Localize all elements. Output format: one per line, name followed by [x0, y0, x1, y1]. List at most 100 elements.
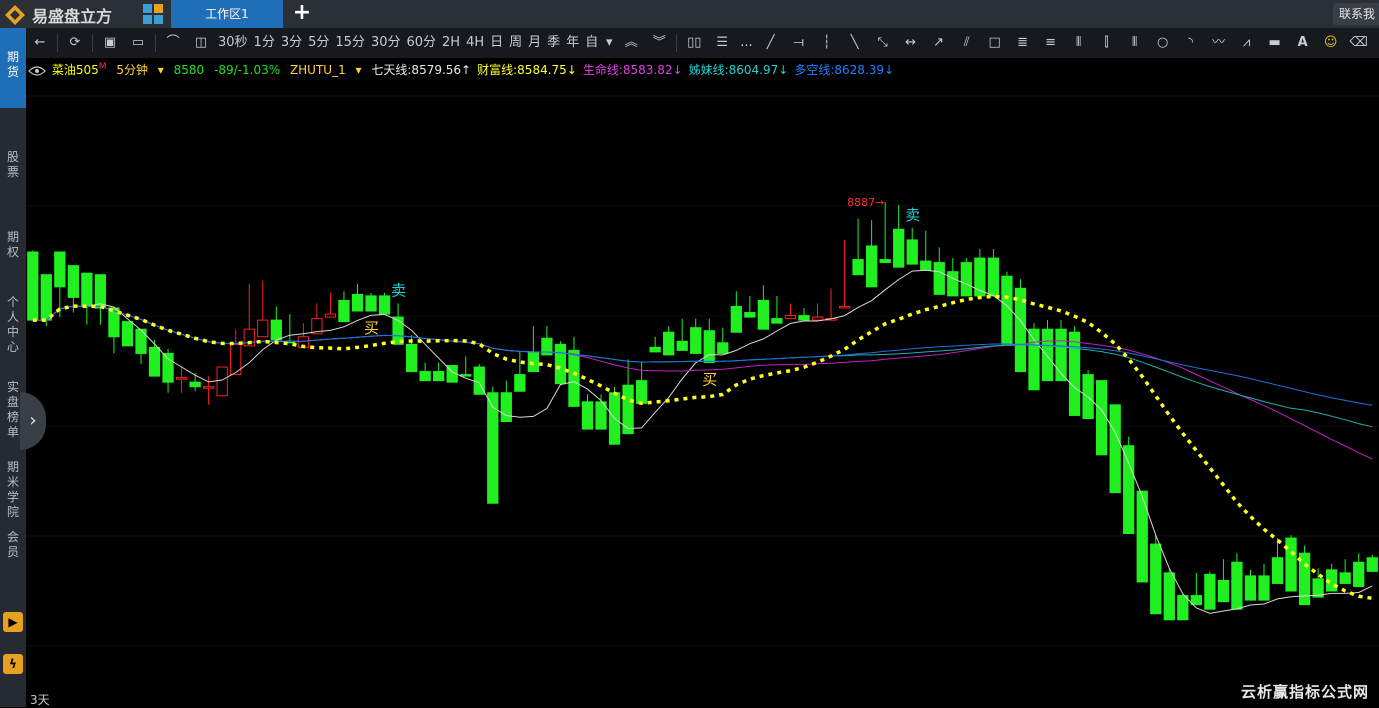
period-button-0[interactable]: 30秒 — [215, 28, 251, 58]
tab-workspace-1[interactable]: 工作区1 — [171, 0, 283, 28]
horizontal-line-icon[interactable]: ↔ — [897, 28, 925, 58]
line-segment-icon[interactable]: ╱ — [757, 28, 785, 58]
contact-button[interactable]: 联系我 — [1332, 3, 1379, 25]
indicator-lines: 七天线:8579.56↑ 财富线:8584.75↓ 生命线:8583.82↓ 姊妹线:… — [371, 63, 900, 77]
add-tab-button[interactable]: + — [291, 0, 313, 28]
candle-body — [527, 351, 540, 373]
period-button-11[interactable]: 月 — [525, 28, 544, 58]
candle-body — [987, 257, 1000, 297]
indicator-line-1: 财富线:8584.75↓ — [477, 63, 577, 77]
gann-fan-icon[interactable]: ⩘ — [1233, 28, 1261, 58]
zoom-in-icon[interactable]: ︽ — [617, 28, 645, 58]
candle-body — [757, 299, 770, 330]
fib-retracement-icon[interactable]: ≣ — [1009, 28, 1037, 58]
period-select[interactable]: 5分钟 ▾ — [116, 63, 163, 77]
lightning-icon[interactable]: ϟ — [3, 654, 23, 674]
candle-body — [879, 259, 891, 264]
extended-line-icon[interactable]: ⤡ — [869, 28, 897, 58]
refresh-icon[interactable]: ⟳ — [61, 28, 89, 58]
candle-body — [419, 371, 431, 382]
period-button-6[interactable]: 60分 — [403, 28, 439, 58]
candlestick-chart[interactable]: 8887→卖买买卖 — [26, 76, 1379, 689]
open-folder-icon[interactable]: ▭ — [124, 28, 152, 58]
period-button-10[interactable]: 周 — [506, 28, 525, 58]
emoji-icon[interactable]: ☺ — [1317, 28, 1345, 58]
time-zones-icon[interactable]: ⦀ — [1121, 28, 1149, 58]
period-button-8[interactable]: 4H — [463, 28, 487, 58]
eye-icon[interactable] — [28, 65, 46, 77]
candle-body — [811, 316, 824, 321]
trend-line-icon[interactable]: ╲ — [841, 28, 869, 58]
wave-icon[interactable]: 〰 — [1205, 28, 1233, 58]
horizontal-ray-icon[interactable]: ⟞ — [785, 28, 813, 58]
rectangle-icon[interactable]: □ — [981, 28, 1009, 58]
split-horizontal-icon[interactable]: ☰ — [708, 28, 736, 58]
signal-label-3: 卖 — [905, 206, 920, 224]
candle-body — [649, 346, 661, 353]
period-button-5[interactable]: 30分 — [368, 28, 404, 58]
period-button-14[interactable]: 自 — [582, 28, 601, 58]
candle-body — [135, 328, 147, 354]
candle-body — [635, 380, 648, 404]
period-button-9[interactable]: 日 — [487, 28, 506, 58]
period-button-2[interactable]: 3分 — [278, 28, 305, 58]
fib-extension-icon[interactable]: ≡ — [1037, 28, 1065, 58]
symbol-name[interactable]: 菜油505 — [52, 63, 99, 77]
candle-body — [865, 245, 878, 288]
candle-body — [1095, 380, 1108, 456]
candle-body — [730, 305, 742, 333]
period-button-7[interactable]: 2H — [439, 28, 463, 58]
zoom-out-icon[interactable]: ︾ — [645, 28, 673, 58]
back-icon[interactable]: ← — [26, 28, 54, 58]
toolbar: ← ⟳ ▣ ▭ ⌒ ◫ 30秒 1分 3分 5分 15分 30分 60分 2H 4H 日周月季年自 ▾ ︽ ︾ ▯▯ ☰… — [26, 28, 1379, 59]
text-icon[interactable]: A — [1289, 28, 1317, 58]
toolbar-divider — [92, 34, 93, 52]
circle-icon[interactable]: ○ — [1149, 28, 1177, 58]
period-button-3[interactable]: 5分 — [305, 28, 332, 58]
candle-body — [67, 265, 79, 298]
candle-body — [1028, 328, 1040, 391]
save-icon[interactable]: ▣ — [96, 28, 124, 58]
cycle-lines-icon[interactable]: ⫿ — [1093, 28, 1121, 58]
vertical-line-icon[interactable]: ┆ — [813, 28, 841, 58]
arrow-line-icon[interactable]: ↗ — [925, 28, 953, 58]
candle-body — [771, 318, 783, 324]
period-button-12[interactable]: 季 — [544, 28, 563, 58]
app-name: 易盛盘立方 — [32, 7, 113, 26]
sidebar-item-6[interactable]: 会员 — [0, 508, 26, 568]
indicator-line-4: 多空线:8628.39↓ — [794, 63, 895, 77]
candle-body — [1123, 445, 1135, 535]
title-bar: 易盛盘立方 工作区1 + 联系我 — [0, 0, 1379, 28]
chart-type-icon[interactable]: ⌒ — [159, 28, 187, 58]
signal-label-0: 卖 — [391, 281, 406, 299]
gann-lines-icon[interactable]: ⦀ — [1065, 28, 1093, 58]
indicator-line-2: 生命线:8583.82↓ — [582, 63, 683, 77]
custom-period-dropdown-icon[interactable]: ▾ — [601, 28, 617, 58]
sidebar-item-0[interactable]: 期货 — [0, 28, 26, 108]
sidebar-item-2[interactable]: 期权 — [0, 208, 26, 259]
sidebar-item-1[interactable]: 股票 — [0, 128, 26, 179]
split-vertical-icon[interactable]: ▯▯ — [680, 28, 708, 58]
ruler-icon[interactable]: ▬ — [1261, 28, 1289, 58]
sidebar-item-3[interactable]: 个人中心 — [0, 273, 26, 354]
signal-label-1: 买 — [364, 319, 379, 337]
more-tools-button[interactable]: ... — [736, 28, 756, 58]
sidebar: 期货股票期权个人中心实盘榜单期米学院会员 — [0, 28, 26, 707]
signal-label-2: 买 — [702, 370, 717, 388]
period-button-13[interactable]: 年 — [563, 28, 582, 58]
candle-body — [433, 371, 445, 382]
vip-icon[interactable]: ▶ — [3, 612, 23, 632]
candle-body — [554, 343, 567, 385]
layout-icon[interactable]: ◫ — [187, 28, 215, 58]
candle-body — [1258, 575, 1270, 601]
candle-body — [1285, 537, 1297, 592]
parallel-channel-icon[interactable]: ⫽ — [953, 28, 981, 58]
eraser-icon[interactable]: ⌫ — [1345, 28, 1373, 58]
apps-grid-icon[interactable] — [142, 3, 164, 25]
arc-icon[interactable]: ◝ — [1177, 28, 1205, 58]
period-button-1[interactable]: 1分 — [251, 28, 278, 58]
period-button-4[interactable]: 15分 — [332, 28, 368, 58]
indicator-select[interactable]: ZHUTU_1 ▾ — [290, 63, 362, 77]
candle-body — [703, 330, 715, 363]
logo-mark-icon — [5, 5, 25, 25]
